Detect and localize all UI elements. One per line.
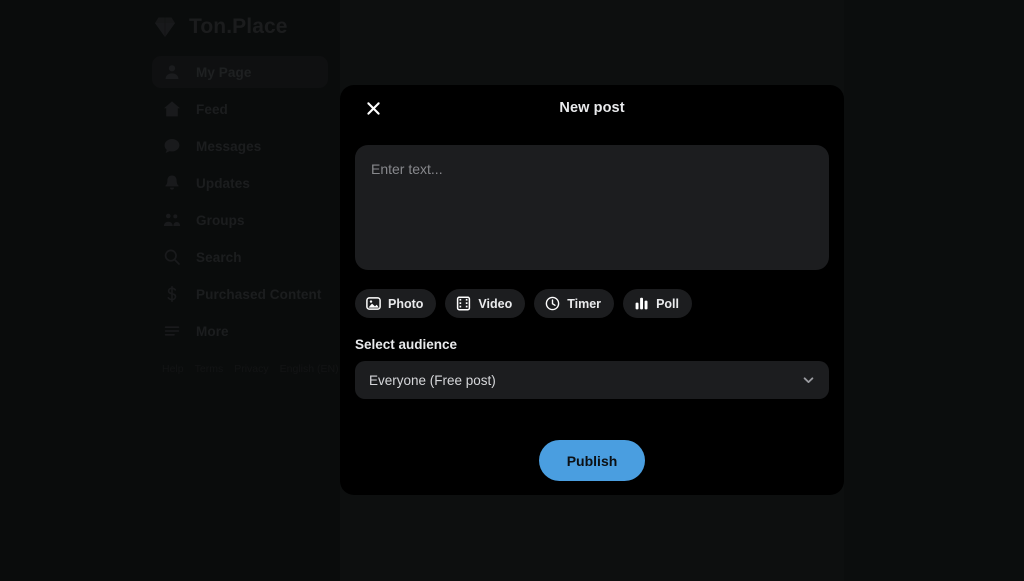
close-icon[interactable] — [360, 95, 386, 121]
new-post-modal: New post Photo — [340, 85, 844, 495]
select-audience-label: Select audience — [355, 337, 458, 352]
modal-footer: Publish — [355, 440, 829, 481]
photo-icon — [366, 296, 381, 311]
audience-selected-value: Everyone (Free post) — [369, 372, 496, 388]
attachment-label: Video — [478, 296, 513, 311]
page-title: New post — [559, 100, 625, 116]
app-root: Ton.Place My Page Feed — [0, 0, 1024, 581]
add-photo-button[interactable]: Photo — [355, 289, 437, 318]
bar-chart-icon — [634, 296, 649, 311]
attachment-label: Poll — [656, 296, 679, 311]
modal-header: New post — [355, 85, 829, 131]
add-video-button[interactable]: Video — [445, 289, 526, 318]
video-film-icon — [456, 296, 471, 311]
add-timer-button[interactable]: Timer — [534, 289, 615, 318]
chevron-down-icon — [801, 373, 816, 388]
attachment-label: Photo — [388, 296, 424, 311]
add-poll-button[interactable]: Poll — [623, 289, 692, 318]
attachment-buttons: Photo Video Timer Poll — [355, 289, 829, 318]
audience-select[interactable]: Everyone (Free post) — [355, 361, 829, 399]
post-text-input[interactable] — [355, 145, 829, 270]
attachment-label: Timer — [567, 296, 602, 311]
clock-icon — [545, 296, 560, 311]
publish-button[interactable]: Publish — [538, 440, 646, 481]
